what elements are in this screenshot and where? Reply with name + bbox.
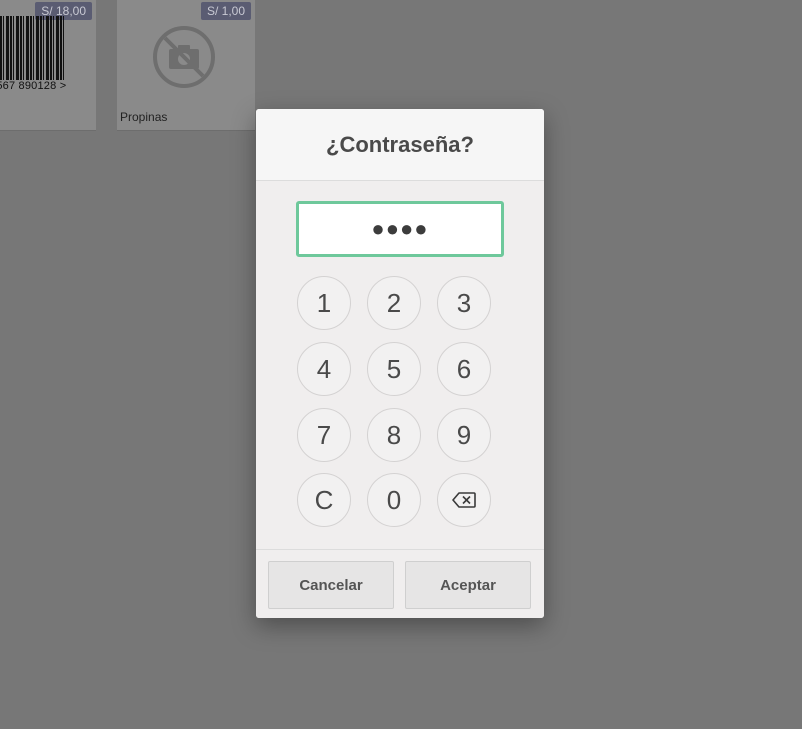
key-9[interactable]: 9 bbox=[437, 408, 491, 462]
product-name: Propinas bbox=[120, 110, 168, 124]
price-tag: S/ 1,00 bbox=[200, 2, 251, 20]
key-3[interactable]: 3 bbox=[437, 276, 491, 330]
dialog-footer: Cancelar Aceptar bbox=[256, 549, 544, 618]
barcode-image bbox=[0, 16, 64, 80]
key-2[interactable]: 2 bbox=[367, 276, 421, 330]
key-clear[interactable]: C bbox=[297, 473, 351, 527]
accept-button[interactable]: Aceptar bbox=[405, 561, 531, 609]
password-dialog: ¿Contraseña? ●●●● 1 2 3 4 5 6 7 8 9 C 0 bbox=[256, 109, 544, 618]
key-4[interactable]: 4 bbox=[297, 342, 351, 396]
pos-screen: S/ 18,00 4567 890128 > S/ 1,00 Propinas … bbox=[0, 0, 802, 729]
cancel-button[interactable]: Cancelar bbox=[268, 561, 394, 609]
dialog-title: ¿Contraseña? bbox=[326, 131, 474, 157]
key-5[interactable]: 5 bbox=[367, 342, 421, 396]
product-tile[interactable]: S/ 18,00 4567 890128 > bbox=[0, 0, 96, 130]
key-0[interactable]: 0 bbox=[367, 473, 421, 527]
key-6[interactable]: 6 bbox=[437, 342, 491, 396]
barcode-number: 4567 890128 > bbox=[0, 80, 67, 92]
key-1[interactable]: 1 bbox=[297, 276, 351, 330]
key-backspace[interactable] bbox=[437, 473, 491, 527]
backspace-icon bbox=[452, 492, 476, 508]
product-tile-propinas[interactable]: S/ 1,00 Propinas bbox=[117, 0, 255, 130]
dialog-header: ¿Contraseña? bbox=[256, 109, 544, 181]
no-photo-icon bbox=[153, 26, 215, 88]
password-input[interactable]: ●●●● bbox=[296, 201, 504, 257]
key-7[interactable]: 7 bbox=[297, 408, 351, 462]
key-8[interactable]: 8 bbox=[367, 408, 421, 462]
